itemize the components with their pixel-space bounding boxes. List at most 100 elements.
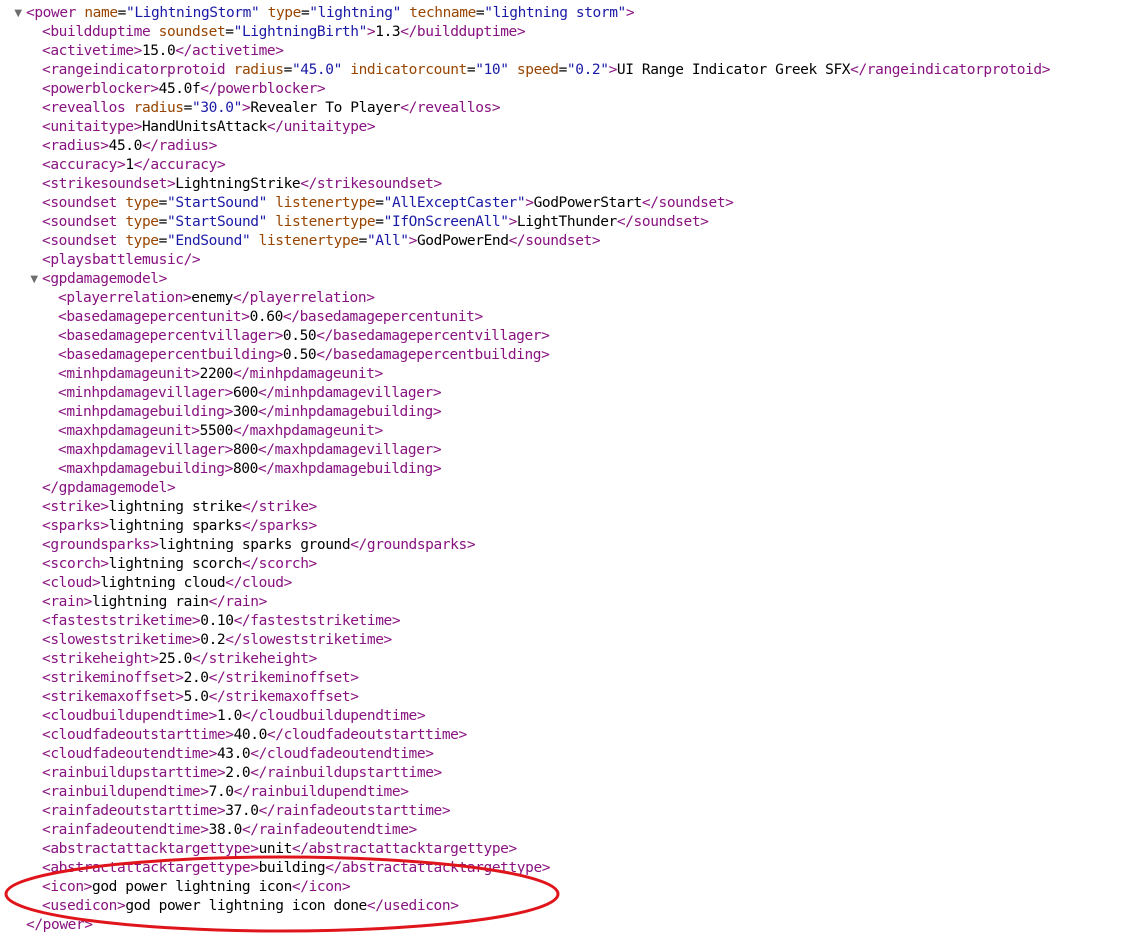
- xml-text: =: [158, 214, 168, 230]
- xml-text: 1.3: [375, 24, 401, 40]
- xml-text: =: [375, 214, 384, 230]
- triangle-down-icon[interactable]: ▼: [28, 270, 40, 289]
- xml-line: <activetime>15.0</activetime>: [0, 42, 1139, 61]
- xml-text: =: [283, 62, 293, 78]
- xml-tag: <cloudbuildupendtime>: [42, 708, 217, 724]
- xml-attribute-value: "EndSound": [166, 233, 251, 249]
- xml-tag: </minhpdamagevillager>: [257, 385, 442, 401]
- xml-line: <rainbuildupendtime>7.0</rainbuildupendt…: [0, 783, 1139, 802]
- triangle-down-icon[interactable]: ▼: [12, 4, 24, 23]
- xml-tag: <strikemaxoffset>: [42, 689, 184, 705]
- xml-text: 0.2: [200, 632, 226, 648]
- xml-line: <strikemaxoffset>5.0</strikemaxoffset>: [0, 688, 1139, 707]
- xml-attribute-name: listenertype: [258, 233, 359, 249]
- xml-tag: <rainfadeoutstarttime>: [42, 803, 226, 819]
- xml-tag: </basedamagepercentvillager>: [316, 328, 550, 344]
- xml-attribute-value: "lightning storm": [484, 5, 626, 21]
- xml-attribute-name: listenertype: [275, 195, 376, 211]
- xml-tag: <rainbuildupstarttime>: [42, 765, 226, 781]
- xml-tag: >: [366, 24, 376, 40]
- xml-tag: </strikesoundset>: [300, 176, 442, 192]
- xml-tag: </rainbuildupendtime>: [233, 784, 409, 800]
- xml-line: <scorch>lightning scorch</scorch>: [0, 555, 1139, 574]
- xml-text: 37.0: [225, 803, 259, 819]
- xml-tag: <unitaitype>: [42, 119, 142, 135]
- xml-tag: <minhpdamagevillager>: [58, 385, 233, 401]
- xml-line: <cloud>lightning cloud</cloud>: [0, 574, 1139, 593]
- xml-line: <cloudfadeoutstarttime>40.0</cloudfadeou…: [0, 726, 1139, 745]
- xml-text: =: [558, 62, 568, 78]
- xml-text: [150, 24, 158, 40]
- xml-tag: <basedamagepercentbuilding>: [58, 347, 283, 363]
- xml-tag: </maxhpdamagebuilding>: [257, 461, 442, 477]
- xml-tag: <abstractattacktargettype>: [42, 841, 259, 857]
- xml-tag: </sparks>: [241, 518, 317, 534]
- xml-text: LightThunder: [516, 214, 617, 230]
- xml-line: <minhpdamagevillager>600</minhpdamagevil…: [0, 384, 1139, 403]
- xml-tag: <gpdamagemodel>: [42, 271, 167, 287]
- xml-tag: </soundset>: [508, 233, 601, 249]
- xml-text: 2.0: [183, 670, 209, 686]
- xml-text: 7.0: [208, 784, 234, 800]
- xml-tag: <sparks>: [42, 518, 109, 534]
- xml-tag: <abstractattacktargettype>: [42, 860, 259, 876]
- xml-line: <rainfadeoutendtime>38.0</rainfadeoutend…: [0, 821, 1139, 840]
- xml-tag: <cloud>: [42, 575, 101, 591]
- xml-line: <soundset type="StartSound" listenertype…: [0, 194, 1139, 213]
- xml-tag: </strikeheight>: [191, 651, 317, 667]
- xml-text: 1: [125, 157, 134, 173]
- xml-line: <basedamagepercentunit>0.60</basedamagep…: [0, 308, 1139, 327]
- xml-tag: <rain>: [42, 594, 92, 610]
- xml-tag: <strikeheight>: [42, 651, 159, 667]
- xml-tag: <cloudfadeoutendtime>: [42, 746, 217, 762]
- xml-attribute-name: type: [267, 5, 302, 21]
- xml-tag: </unitaitype>: [266, 119, 376, 135]
- xml-text: [225, 62, 233, 78]
- xml-tag: <strikesoundset>: [42, 176, 176, 192]
- xml-line: <maxhpdamageunit>5500</maxhpdamageunit>: [0, 422, 1139, 441]
- xml-text: 800: [232, 461, 258, 477]
- xml-line: <strike>lightning strike</strike>: [0, 498, 1139, 517]
- xml-text: enemy: [191, 290, 233, 306]
- xml-attribute-value: "30.0": [191, 100, 242, 116]
- xml-tag: </minhpdamageunit>: [232, 366, 383, 382]
- xml-line: <unitaitype>HandUnitsAttack</unitaitype>: [0, 118, 1139, 137]
- xml-text: 600: [232, 385, 258, 401]
- xml-tag: <rainfadeoutendtime>: [42, 822, 209, 838]
- xml-line: <abstractattacktargettype>building</abst…: [0, 859, 1139, 878]
- xml-line: <groundsparks>lightning sparks ground</g…: [0, 536, 1139, 555]
- xml-line: <maxhpdamagevillager>800</maxhpdamagevil…: [0, 441, 1139, 460]
- xml-line: <rainbuildupstarttime>2.0</rainbuildupst…: [0, 764, 1139, 783]
- xml-line: <usedicon>god power lightning icon done<…: [0, 897, 1139, 916]
- xml-text: 38.0: [208, 822, 243, 838]
- xml-text: =: [183, 100, 193, 116]
- xml-tag: <accuracy>: [42, 157, 126, 173]
- xml-tag: </cloudfadeoutstarttime>: [266, 727, 467, 743]
- xml-text: unit: [258, 841, 293, 857]
- xml-tag: >: [408, 233, 418, 249]
- xml-tag: <maxhpdamagebuilding>: [58, 461, 233, 477]
- xml-tag: </rain>: [208, 594, 268, 610]
- xml-text: [125, 100, 133, 116]
- xml-text: 0.10: [200, 613, 234, 629]
- xml-tag: </activetime>: [175, 43, 284, 59]
- xml-text: 15.0: [141, 43, 176, 59]
- xml-attribute-name: type: [125, 195, 159, 211]
- xml-line: </gpdamagemodel>: [0, 479, 1139, 498]
- xml-text: =: [466, 62, 476, 78]
- xml-tag: <soundset: [42, 195, 117, 211]
- xml-line: <powerblocker>45.0f</powerblocker>: [0, 80, 1139, 99]
- xml-tag: <rangeindicatorprotoid: [42, 62, 226, 78]
- xml-tag: </cloud>: [225, 575, 292, 591]
- xml-attribute-name: type: [125, 233, 159, 249]
- xml-text: lightning strike: [108, 499, 243, 515]
- xml-line: <basedamagepercentbuilding>0.50</basedam…: [0, 346, 1139, 365]
- xml-tag: </scorch>: [241, 556, 317, 572]
- xml-tag: </reveallos>: [400, 100, 501, 116]
- xml-tag: </basedamagepercentbuilding>: [316, 347, 550, 363]
- xml-line: <soundset type="EndSound" listenertype="…: [0, 232, 1139, 251]
- xml-line: <sparks>lightning sparks</sparks>: [0, 517, 1139, 536]
- xml-tag: </power>: [26, 917, 93, 933]
- xml-attribute-value: "LightningStorm": [126, 5, 260, 21]
- xml-tag: <fasteststriketime>: [42, 613, 201, 629]
